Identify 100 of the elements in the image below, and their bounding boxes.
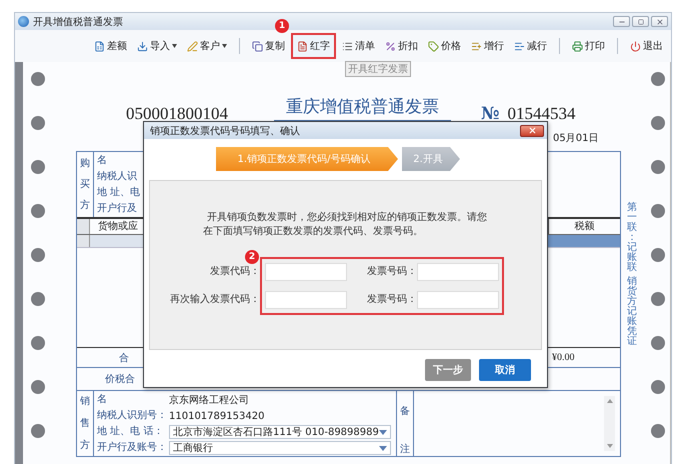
toolbar-button[interactable]: 导入 xyxy=(133,35,181,57)
download-icon xyxy=(137,40,148,52)
seller-side-label: 销售方 xyxy=(77,391,94,456)
input-field[interactable] xyxy=(265,263,347,281)
tractor-hole xyxy=(651,336,665,350)
close-button[interactable] xyxy=(520,124,544,136)
seller-field-label: 纳税人识别号： xyxy=(97,408,168,423)
power-icon xyxy=(630,40,641,52)
tractor-hole xyxy=(651,72,665,86)
list-minus-icon xyxy=(514,40,525,52)
toolbar-button[interactable]: 差额 xyxy=(90,35,131,57)
app-icon xyxy=(18,16,29,27)
document-icon xyxy=(297,40,308,52)
field-label: 发票号码： xyxy=(366,293,417,307)
tractor-hole xyxy=(651,116,665,130)
table-icon xyxy=(94,40,105,52)
printer-icon xyxy=(572,40,583,52)
list-icon xyxy=(342,40,353,52)
caret-icon xyxy=(222,44,227,48)
tractor-hole xyxy=(651,160,665,174)
caret-icon xyxy=(378,430,387,434)
callout-badge: 2 xyxy=(245,250,259,264)
input-field[interactable] xyxy=(265,291,347,309)
toolbar-button[interactable]: 红字 xyxy=(291,33,336,59)
pen-icon xyxy=(187,40,198,52)
scroll-down-icon xyxy=(606,444,612,448)
toolbar-button[interactable]: 折扣 xyxy=(381,35,422,57)
instruction-text: 开具销项负数发票时，您必须找到相对应的销项正数发票。请您在下面填写销项正数发票的发票代码、发票号码。 xyxy=(203,211,488,239)
input-field[interactable] xyxy=(417,291,499,309)
copy-icon xyxy=(252,40,263,52)
dropdown-field[interactable]: 北京市海淀区杏石口路111号 010-89898989 xyxy=(169,425,391,439)
percent-icon xyxy=(385,40,396,52)
caret-icon xyxy=(378,446,387,450)
field-label: 发票号码： xyxy=(366,265,417,279)
seller-field-value: 京东网络工程公司 xyxy=(169,394,250,407)
copy-label: 第一联：记账联 xyxy=(627,203,637,273)
tractor-hole xyxy=(651,248,665,262)
minimize-button[interactable] xyxy=(613,16,630,27)
wizard-step: 1.销项正数发票代码/号码确认 xyxy=(216,147,398,171)
caret-icon xyxy=(172,44,177,48)
tractor-hole xyxy=(31,424,45,438)
selected-cell xyxy=(548,235,620,247)
close-icon xyxy=(656,18,664,26)
buyer-field-label: 名 xyxy=(97,154,108,168)
toolbar-button[interactable]: 清单 xyxy=(338,35,379,57)
tractor-hole xyxy=(651,292,665,306)
seller-field-label: 名 xyxy=(97,393,108,407)
toolbar-button[interactable]: 复制 xyxy=(248,35,289,57)
column-header: 货物或应 xyxy=(97,220,138,234)
invoice-date: 05月01日 xyxy=(553,132,598,144)
input-field[interactable] xyxy=(417,263,499,281)
tractor-hole xyxy=(31,292,45,306)
seller-field-label: 开户行及账号： xyxy=(97,440,168,455)
tractor-hole xyxy=(31,116,45,130)
invoice-number: 01544534 xyxy=(507,104,576,124)
seller-field-value: 110101789153420 xyxy=(169,410,266,422)
field-label: 发票代码： xyxy=(209,265,260,279)
tractor-hole xyxy=(31,336,45,350)
window-title: 开具增值税普通发票 xyxy=(33,16,123,28)
toolbar-button[interactable]: 打印 xyxy=(568,35,609,57)
list-plus-icon xyxy=(471,40,482,52)
tooltip: 开具红字发票 xyxy=(345,61,411,77)
seller-field-label: 地 址、电 话： xyxy=(97,424,164,439)
grand-total-label: 价税合 xyxy=(104,372,135,386)
tag-icon xyxy=(428,40,439,52)
buyer-field-label: 开户行及 xyxy=(97,202,138,216)
callout-badge: 1 xyxy=(275,19,289,33)
tractor-hole xyxy=(31,72,45,86)
buyer-field-label: 纳税人识 xyxy=(97,170,138,184)
close-icon xyxy=(528,126,536,135)
toolbar-button[interactable]: 增行 xyxy=(467,35,508,57)
toolbar-button[interactable]: 减行 xyxy=(510,35,551,57)
maximize-icon xyxy=(638,18,644,24)
tractor-hole xyxy=(651,204,665,218)
tractor-hole xyxy=(651,380,665,394)
row-header-cell xyxy=(77,235,90,247)
wizard-step: 2.开具 xyxy=(402,147,460,171)
tractor-hole xyxy=(31,160,45,174)
scroll-up-icon xyxy=(606,399,612,403)
tractor-hole xyxy=(31,204,45,218)
close-button[interactable] xyxy=(651,16,668,27)
maximize-button[interactable] xyxy=(632,16,649,27)
tractor-hole xyxy=(31,380,45,394)
remarks-label: 备注 xyxy=(397,391,414,456)
toolbar-button[interactable]: 客户 xyxy=(183,35,231,57)
copy-label: 销货方记账凭证 xyxy=(627,277,637,347)
total-label: 合 xyxy=(118,352,129,364)
field-label: 再次输入发票代码： xyxy=(169,292,260,307)
buyer-field-label: 地 址、电 xyxy=(97,186,140,200)
cancel-button[interactable]: 取消 xyxy=(479,359,531,381)
tractor-hole xyxy=(31,248,45,262)
total-amount: ¥0.00 xyxy=(551,352,576,363)
row-header-cell xyxy=(77,219,90,234)
tractor-hole xyxy=(651,424,665,438)
toolbar-button[interactable]: 退出 xyxy=(626,35,667,57)
number-sign: № xyxy=(481,104,500,124)
dropdown-field[interactable]: 工商银行 xyxy=(169,441,391,455)
buyer-side-label: 购买方 xyxy=(77,152,94,217)
toolbar-button[interactable]: 价格 xyxy=(424,35,465,57)
invoice-code: 050001800104 xyxy=(126,104,228,124)
